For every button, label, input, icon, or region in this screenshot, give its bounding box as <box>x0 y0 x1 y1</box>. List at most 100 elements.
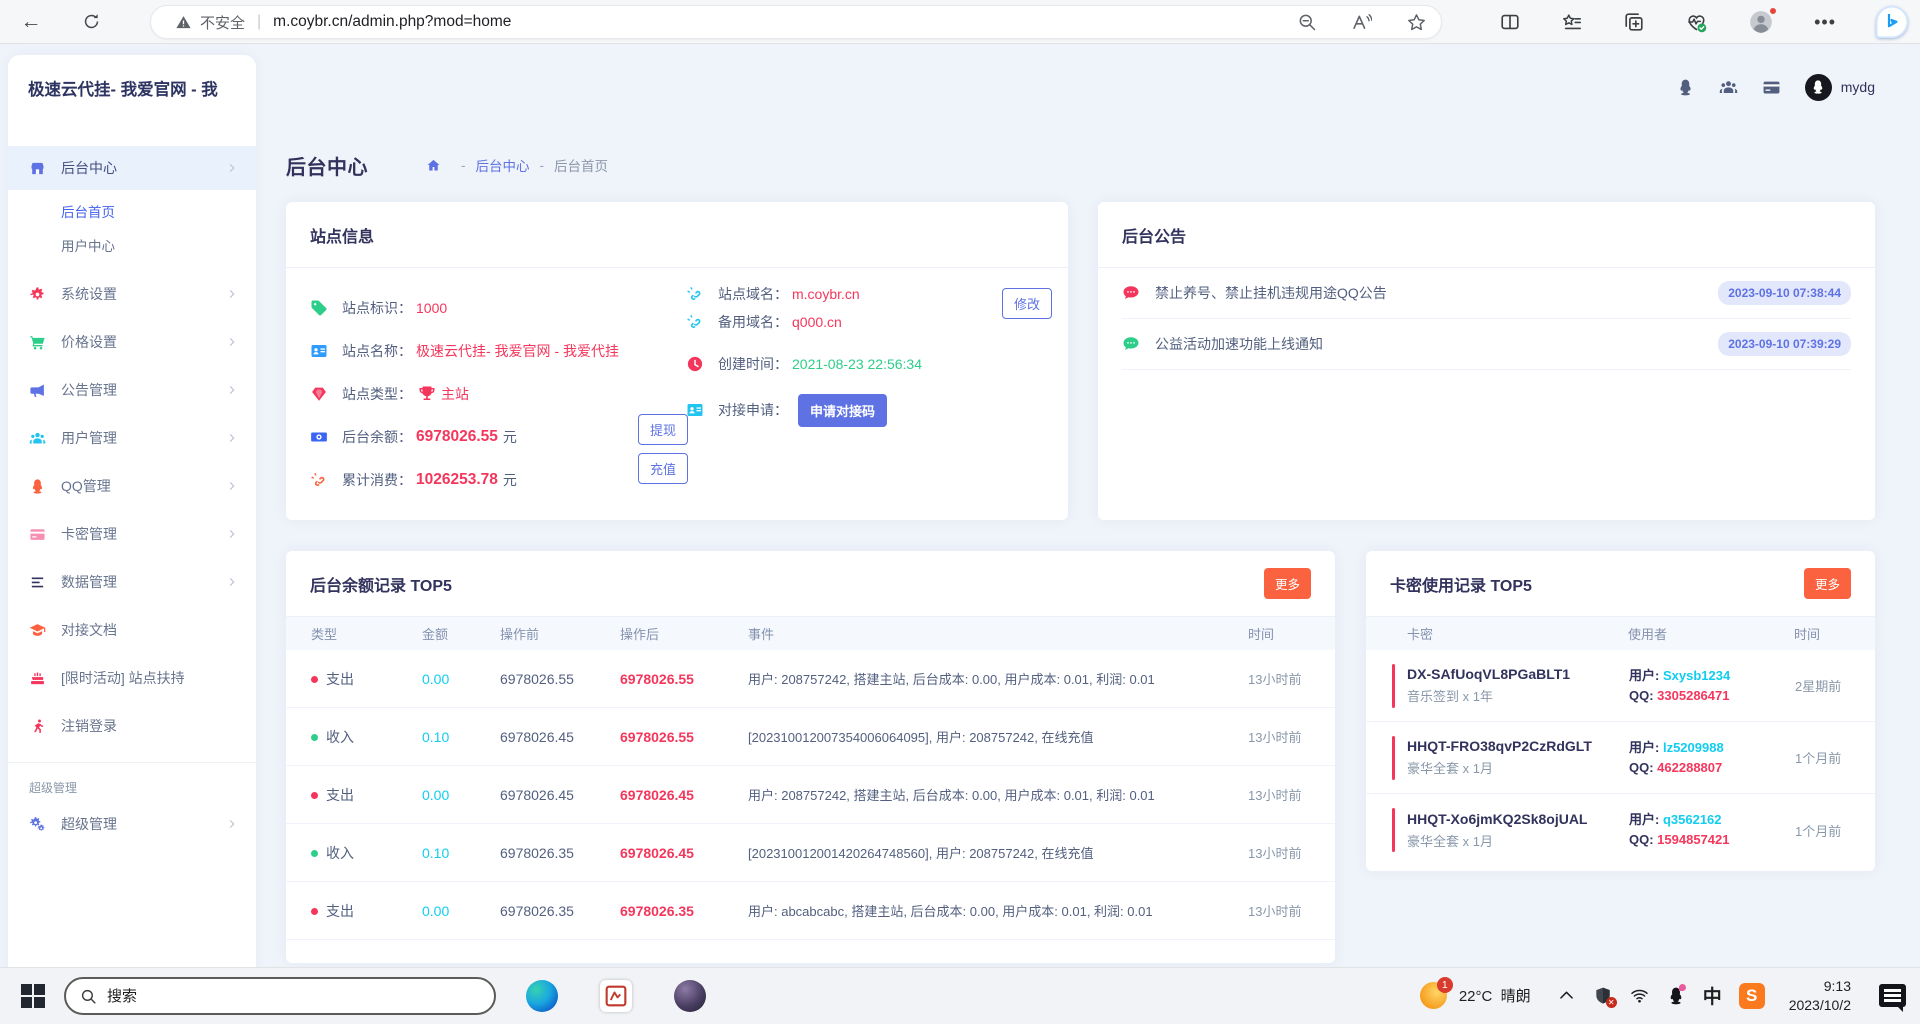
comment-icon <box>1122 335 1140 353</box>
pinned-app-avatar-icon[interactable] <box>674 980 706 1012</box>
start-button[interactable] <box>18 981 48 1011</box>
recharge-button[interactable]: 充值 <box>638 453 689 484</box>
zoom-out-icon[interactable] <box>1297 12 1317 32</box>
wifi-icon[interactable] <box>1630 986 1649 1005</box>
billing-card-icon[interactable] <box>1762 78 1781 97</box>
bing-chat-icon[interactable] <box>1876 6 1908 38</box>
sogou-input-icon[interactable]: S <box>1738 982 1765 1009</box>
ime-indicator[interactable]: 中 <box>1703 982 1722 1009</box>
chevron-right-icon <box>226 576 238 588</box>
pinned-app-icon[interactable] <box>600 980 632 1012</box>
balance-table-header: 类型 金额 操作前 操作后 事件 时间 <box>286 617 1335 650</box>
clock-time: 9:13 <box>1823 977 1851 994</box>
sidebar-item-admin-home[interactable]: 后台首页 <box>8 194 256 228</box>
sidebar-item-admin-center[interactable]: 后台中心 <box>8 146 256 190</box>
site-type-value: 主站 <box>441 385 469 402</box>
chevron-right-icon <box>226 162 238 174</box>
sidebar-item-user-center[interactable]: 用户中心 <box>8 228 256 262</box>
announcement-item[interactable]: 禁止养号、禁止挂机违规用途QQ公告 2023-09-10 07:38:44 <box>1122 268 1851 319</box>
split-screen-icon[interactable] <box>1499 11 1521 33</box>
expense-dot <box>311 791 318 799</box>
username: mydg <box>1840 79 1875 95</box>
expense-dot <box>311 907 318 915</box>
more-menu-icon[interactable]: ••• <box>1814 12 1836 33</box>
apply-docking-code-button[interactable]: 申请对接码 <box>798 393 888 427</box>
weather-widget[interactable]: 1 22°C 晴朗 <box>1419 977 1531 1009</box>
collections-icon[interactable] <box>1623 11 1645 33</box>
sidebar-item-super-admin[interactable]: 超级管理 <box>8 802 256 846</box>
site-id-value: 1000 <box>416 299 448 316</box>
home-icon[interactable] <box>426 158 441 173</box>
card-code: HHQT-FRO38qvP2CzRdGLT <box>1407 738 1592 754</box>
qq-bow-accent <box>1678 983 1686 991</box>
address-bar[interactable]: 不安全 | m.coybr.cn/admin.php?mod=home <box>150 5 1442 39</box>
weather-desc: 晴朗 <box>1500 988 1531 1005</box>
balance-table-row: 收入 0.10 6978026.45 6978026.55 [202310012… <box>286 708 1335 766</box>
notification-penguin-icon[interactable] <box>1676 78 1695 97</box>
announcement-item[interactable]: 公益活动加速功能上线通知 2023-09-10 07:39:29 <box>1122 319 1851 370</box>
announcement-time-badge: 2023-09-10 07:39:29 <box>1718 332 1851 356</box>
site-name-value: 极速云代挂- 我爱官网 - 我爱代挂 <box>416 342 619 359</box>
card-desc: 音乐签到 x 1年 <box>1407 689 1493 704</box>
sidebar-item-data-management[interactable]: 数据管理 <box>8 560 256 604</box>
gears-icon <box>29 816 46 833</box>
balance-table-row: 支出 0.00 6978026.55 6978026.55 用户: 208757… <box>286 650 1335 708</box>
refresh-icon <box>82 12 101 31</box>
users-icon[interactable] <box>1719 78 1738 97</box>
edge-app-icon[interactable] <box>526 980 558 1012</box>
card-usage-card: 卡密使用记录 TOP5 更多 卡密 使用者 时间 DX-SAfUoqVL8PGa… <box>1366 551 1875 871</box>
balance-value: 6978026.55 <box>416 427 498 445</box>
sidebar-item-card-management[interactable]: 卡密管理 <box>8 512 256 556</box>
taskbar-search[interactable] <box>64 977 496 1015</box>
announcements-title: 后台公告 <box>1122 228 1187 246</box>
cake-icon <box>29 670 46 687</box>
list-icon <box>29 574 46 591</box>
cards-row-2: 后台余额记录 TOP5 更多 类型 金额 操作前 操作后 事件 时间 支出 0.… <box>286 551 1875 963</box>
sidebar-item-qq-management[interactable]: QQ管理 <box>8 464 256 508</box>
sidebar-item-event-support[interactable]: [限时活动] 站点扶持 <box>8 656 256 700</box>
store-icon <box>29 160 46 177</box>
expense-dot <box>311 675 318 683</box>
back-button[interactable]: ← <box>14 5 48 39</box>
qq-tray-icon[interactable] <box>1666 983 1686 1006</box>
runner-icon <box>29 718 46 735</box>
id-card-icon <box>310 342 328 360</box>
not-secure-warning-icon <box>175 14 192 31</box>
site-info-right-column: 站点域名： m.coybr.cn 备用域名： q000.cn 创建时间： 202… <box>686 280 1046 427</box>
sidebar-item-price-settings[interactable]: 价格设置 <box>8 320 256 364</box>
favorites-bar-icon[interactable] <box>1561 11 1583 33</box>
chevron-right-icon <box>226 480 238 492</box>
search-input[interactable] <box>107 987 480 1005</box>
megaphone-icon <box>29 382 46 399</box>
card-usage-title: 卡密使用记录 TOP5 <box>1390 577 1532 595</box>
chevron-right-icon <box>226 432 238 444</box>
weather-temp: 22°C <box>1458 988 1493 1005</box>
card-time: 1个月前 <box>1795 751 1842 766</box>
url-text[interactable]: m.coybr.cn/admin.php?mod=home <box>273 13 1263 31</box>
breadcrumb-admin-center[interactable]: 后台中心 <box>476 155 530 175</box>
sidebar-item-announcement-management[interactable]: 公告管理 <box>8 368 256 412</box>
refresh-button[interactable] <box>74 5 108 39</box>
modify-domain-button[interactable]: 修改 <box>1001 288 1052 319</box>
credit-card-icon <box>29 526 46 543</box>
security-shield-icon[interactable]: ✕ <box>1593 986 1617 1008</box>
account-menu[interactable]: mydg <box>1804 73 1875 101</box>
profile-avatar[interactable] <box>1748 6 1779 35</box>
sidebar-item-logout[interactable]: 注销登录 <box>8 704 256 748</box>
balance-more-button[interactable]: 更多 <box>1263 568 1311 599</box>
withdraw-button[interactable]: 提现 <box>638 414 689 445</box>
read-aloud-icon[interactable] <box>1351 12 1372 33</box>
card-usage-row: HHQT-Xo6jmKQ2Sk8ojUAL 豪华全套 x 1月 用户: q356… <box>1366 794 1875 866</box>
card-desc: 豪华全套 x 1月 <box>1407 761 1493 776</box>
taskbar-clock[interactable]: 9:13 2023/10/2 <box>1789 977 1851 1015</box>
gem-icon <box>310 385 328 403</box>
notification-center-icon[interactable] <box>1879 984 1906 1012</box>
sidebar-item-user-management[interactable]: 用户管理 <box>8 416 256 460</box>
browser-essentials-icon[interactable] <box>1685 11 1708 34</box>
sidebar-item-docs[interactable]: 对接文档 <box>8 608 256 652</box>
favorite-star-icon[interactable] <box>1406 12 1427 33</box>
card-usage-more-button[interactable]: 更多 <box>1803 568 1851 599</box>
broken-link-icon <box>686 313 704 331</box>
sidebar-item-system-settings[interactable]: 系统设置 <box>8 272 256 316</box>
tray-expand-icon[interactable] <box>1557 986 1576 1005</box>
